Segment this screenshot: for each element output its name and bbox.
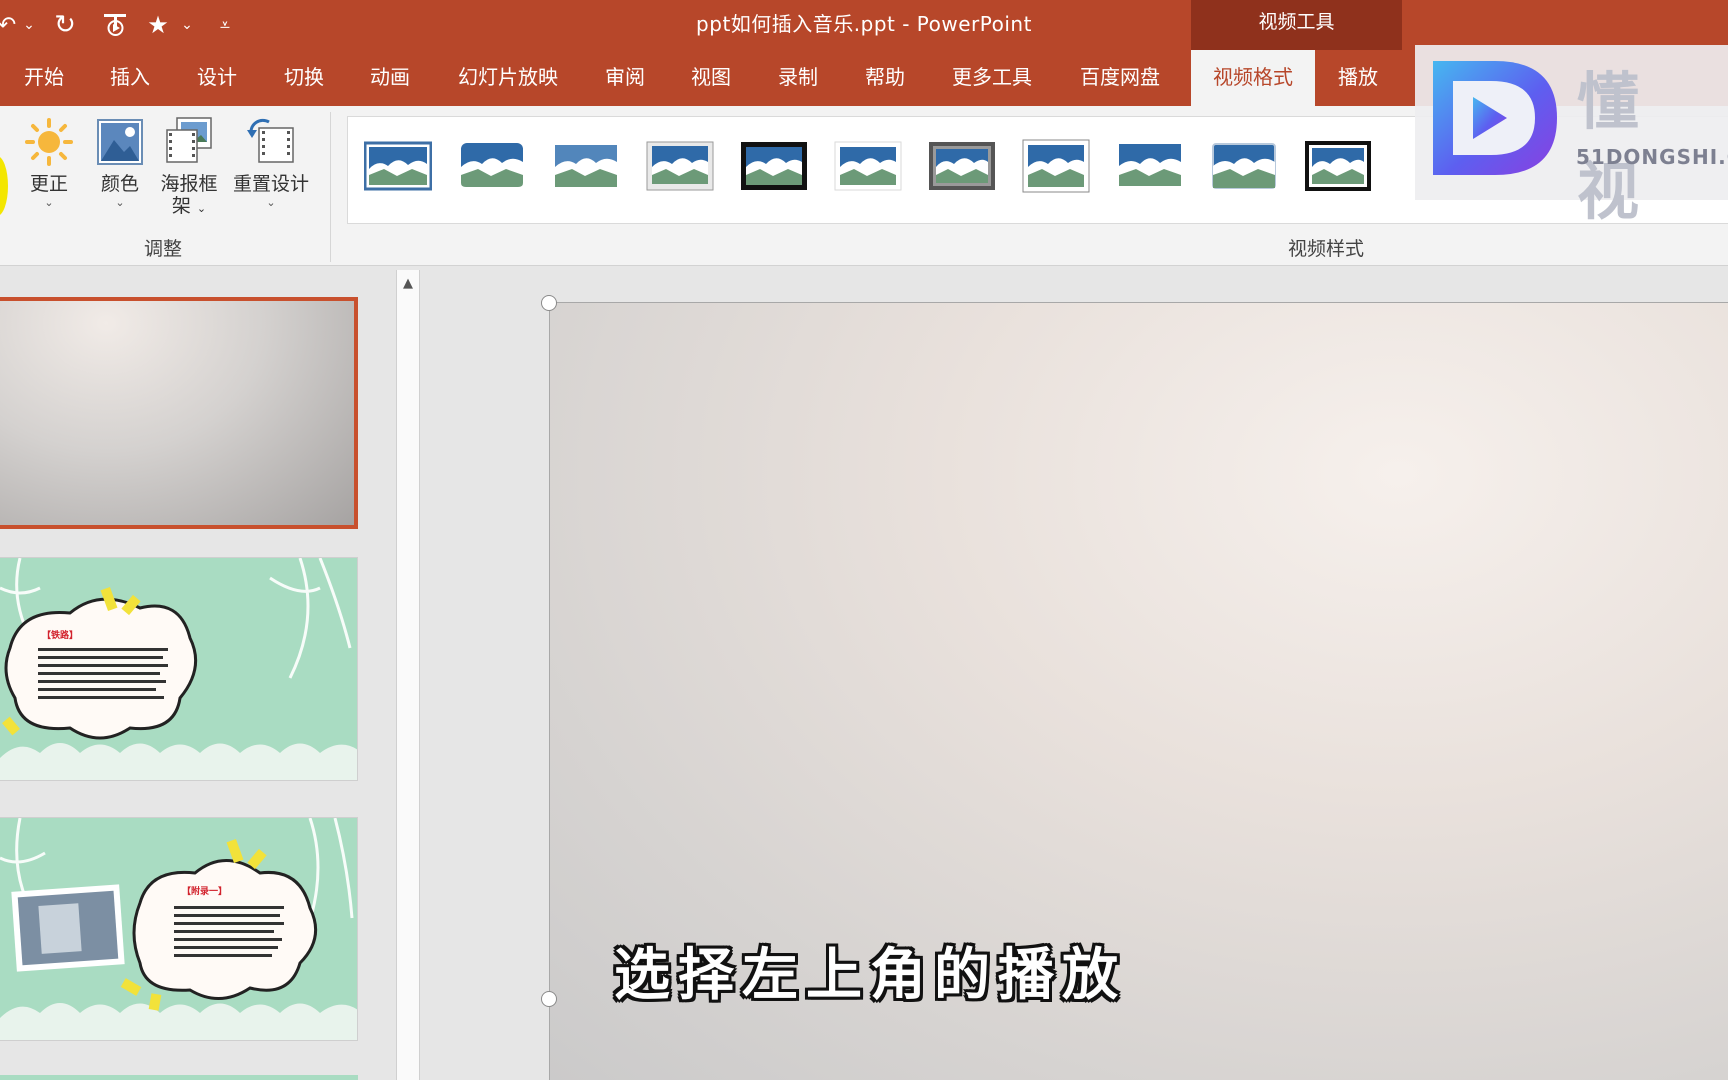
corrections-button[interactable]: 更正 ⌄ — [20, 116, 78, 236]
tab-baidu-netdisk[interactable]: 百度网盘 — [1080, 50, 1160, 106]
slide-thumbnail-3[interactable]: 【附录一】 — [0, 817, 358, 1041]
slide-thumbnail-panel: 【铁路】 【附录一】 — [0, 267, 390, 1080]
tab-animations[interactable]: 动画 — [370, 50, 410, 106]
video-style-thumb[interactable] — [1116, 139, 1184, 193]
slide-thumbnail-2[interactable]: 【铁路】 — [0, 557, 358, 781]
tab-view[interactable]: 视图 — [691, 50, 731, 106]
tab-transitions[interactable]: 切换 — [284, 50, 324, 106]
tab-insert[interactable]: 插入 — [110, 50, 150, 106]
resize-handle-top-left[interactable] — [541, 295, 557, 311]
video-style-thumb[interactable] — [1210, 139, 1278, 193]
tab-help[interactable]: 帮助 — [865, 50, 905, 106]
poster-frame-icon — [166, 117, 212, 163]
chevron-down-icon: ⌄ — [44, 196, 54, 209]
video-style-thumb[interactable] — [552, 139, 620, 193]
color-button[interactable]: 颜色 ⌄ — [92, 116, 148, 236]
thumbnail-scrollbar[interactable]: ▲ — [396, 270, 420, 1080]
tab-home[interactable]: 开始 — [24, 50, 64, 106]
slide-3-artwork — [0, 818, 357, 1040]
slide-thumbnail-1[interactable] — [0, 297, 358, 529]
chevron-down-icon: ⌄ — [115, 196, 125, 209]
play-logo-icon — [1433, 61, 1557, 175]
video-style-thumb[interactable] — [458, 139, 526, 193]
tab-review[interactable]: 审阅 — [605, 50, 645, 106]
video-tools-contextual-header: 视频工具 — [1191, 0, 1402, 52]
video-style-thumb[interactable] — [646, 139, 714, 193]
tab-playback[interactable]: 播放 — [1338, 50, 1378, 106]
slide-2-heading: 【铁路】 — [42, 631, 79, 641]
poster-frame-label-line2: 架 ⌄ — [171, 195, 207, 217]
video-style-thumb[interactable] — [740, 139, 808, 193]
video-style-thumb[interactable] — [834, 139, 902, 193]
poster-frame-button[interactable]: 海报框 架 ⌄ — [158, 116, 220, 236]
slide-2-artwork — [0, 558, 357, 780]
chevron-down-icon: ⌄ — [266, 196, 276, 209]
scroll-up-arrow-icon[interactable]: ▲ — [397, 270, 419, 296]
corrections-label: 更正 — [29, 173, 68, 195]
title-bar: ↶ ⌄ ↻ ★ ⌄ ⩡ ppt如何插入音乐.ppt - PowerPoint 视… — [0, 0, 1728, 52]
picture-color-icon — [97, 119, 143, 165]
adjust-group-label: 调整 — [144, 238, 183, 260]
poster-frame-label: 海报框 — [160, 173, 218, 195]
reset-design-icon — [247, 118, 294, 163]
slide-3-heading: 【附录一】 — [182, 887, 228, 897]
slide-thumbnail-4[interactable] — [0, 1075, 358, 1080]
tab-design[interactable]: 设计 — [197, 50, 237, 106]
reset-design-label: 重置设计 — [232, 173, 309, 195]
tab-slideshow[interactable]: 幻灯片放映 — [458, 50, 558, 106]
logo-text-en: 51DONGSHI.C — [1576, 145, 1728, 169]
video-subtitle-caption: 选择左上角的播放 — [614, 943, 1126, 1008]
video-style-thumb[interactable] — [364, 139, 432, 193]
video-style-thumb[interactable] — [1304, 139, 1372, 193]
logo-text-cn: 懂 视 — [1577, 65, 1644, 228]
reset-design-button[interactable]: 重置设计 ⌄ — [228, 116, 314, 236]
video-style-thumb[interactable] — [928, 139, 996, 193]
video-style-thumb[interactable] — [1022, 139, 1090, 193]
tab-more-tools[interactable]: 更多工具 — [952, 50, 1032, 106]
tab-video-format[interactable]: 视频格式 — [1191, 50, 1315, 106]
window-title: ppt如何插入音乐.ppt - PowerPoint — [696, 12, 1032, 36]
video-styles-group-label: 视频样式 — [1288, 238, 1365, 260]
watermark-logo: 懂 视 51DONGSHI.C — [1415, 45, 1728, 228]
sun-icon — [25, 118, 73, 166]
color-label: 颜色 — [100, 173, 139, 195]
highlight-marker — [0, 156, 8, 216]
group-separator — [330, 112, 331, 262]
resize-handle-middle-left[interactable] — [541, 991, 557, 1007]
tab-record[interactable]: 录制 — [778, 50, 818, 106]
